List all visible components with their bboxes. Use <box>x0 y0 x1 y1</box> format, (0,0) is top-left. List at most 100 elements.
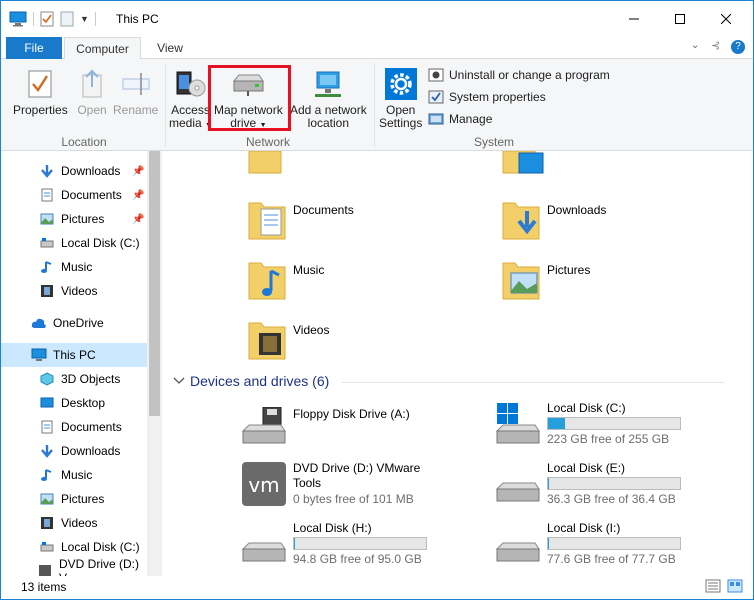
drive-i-usage-bar <box>547 537 681 550</box>
videos-folder-icon <box>248 322 286 360</box>
open-label: Open <box>77 103 107 117</box>
drive-dvd-d[interactable]: vm DVD Drive (D:) VMware Tools 0 bytes f… <box>241 461 491 517</box>
ribbon: Properties Open Rename Location Access m… <box>1 59 753 151</box>
nav-quick-downloads[interactable]: Downloads 📌 <box>1 159 147 183</box>
rename-icon <box>122 73 150 95</box>
pictures-icon <box>40 213 54 225</box>
open-button[interactable]: Open <box>74 67 110 117</box>
ribbon-tabs: File Computer View ⌄ ⊰ ? <box>1 37 753 60</box>
floppy-drive-icon <box>241 406 286 444</box>
drive-local-i[interactable]: Local Disk (I:) 77.6 GB free of 77.7 GB <box>495 521 745 577</box>
music-folder-icon <box>248 262 286 300</box>
drive-local-h[interactable]: Local Disk (H:) 94.8 GB free of 95.0 GB <box>241 521 491 577</box>
tab-computer[interactable]: Computer <box>64 37 141 60</box>
drive-icon <box>241 542 286 562</box>
nav-3d-objects[interactable]: 3D Objects <box>1 367 147 391</box>
nav-local-disk-c[interactable]: Local Disk (C:) <box>1 535 147 559</box>
devices-section-header[interactable]: Devices and drives (6) <box>173 373 329 389</box>
location-group-label: Location <box>61 135 107 149</box>
documents-folder-icon <box>248 202 286 240</box>
help-icon[interactable]: ? <box>731 40 745 54</box>
pin-icon[interactable]: 📌 <box>132 166 144 177</box>
cloud-icon <box>31 318 46 328</box>
access-media-button[interactable]: Access media ▼ <box>169 67 212 132</box>
nav-dvd-drive[interactable]: DVD Drive (D:) V <box>1 557 147 576</box>
cube-icon <box>40 372 54 386</box>
nav-videos[interactable]: Videos <box>1 511 147 535</box>
nav-downloads[interactable]: Downloads <box>1 439 147 463</box>
nav-quick-videos-label: Videos <box>61 284 98 298</box>
item-count: 13 items <box>21 580 67 594</box>
pin-icon[interactable]: 📌 <box>132 214 144 225</box>
drive-floppy-a[interactable]: Floppy Disk Drive (A:) <box>241 406 491 463</box>
drive-c-usage-fill <box>548 418 566 429</box>
nav-quick-local-disk[interactable]: Local Disk (C:) <box>1 231 147 255</box>
close-button[interactable] <box>703 1 749 37</box>
folder-music[interactable]: Music <box>247 257 497 313</box>
manage-button[interactable]: Manage <box>428 109 492 129</box>
system-properties-button[interactable]: System properties <box>428 87 546 107</box>
folder-documents-label: Documents <box>293 203 354 217</box>
vmware-icon: vm <box>242 462 286 506</box>
nav-onedrive[interactable]: OneDrive <box>1 311 147 335</box>
drive-e-usage-fill <box>548 478 549 489</box>
nav-quick-documents[interactable]: Documents 📌 <box>1 183 147 207</box>
tiles-view-icon[interactable] <box>727 579 743 596</box>
open-settings-label-2: Settings <box>379 116 423 130</box>
drive-icon <box>40 542 54 552</box>
nav-quick-pictures[interactable]: Pictures 📌 <box>1 207 147 231</box>
drive-i-name: Local Disk (I:) <box>547 521 621 535</box>
pin-ribbon-icon[interactable]: ⊰ <box>711 39 720 52</box>
nav-downloads-label: Downloads <box>61 444 121 458</box>
rename-button[interactable]: Rename <box>113 67 158 117</box>
folder-pictures[interactable]: Pictures <box>501 257 751 313</box>
folder-videos-label: Videos <box>293 323 330 337</box>
folder-videos[interactable]: Videos <box>247 317 497 373</box>
nav-scrollbar-thumb[interactable] <box>149 151 160 416</box>
tab-file[interactable]: File <box>6 37 62 59</box>
pin-icon[interactable]: 📌 <box>132 190 144 201</box>
nav-quick-videos[interactable]: Videos <box>1 279 147 303</box>
quick-access-toolbar: ▼ <box>9 9 96 29</box>
close-icon <box>721 14 731 24</box>
navigation-pane: Downloads 📌 Documents 📌 Pictures 📌 Local… <box>1 151 162 576</box>
nav-quick-music[interactable]: Music <box>1 255 147 279</box>
details-view-icon[interactable] <box>705 579 721 596</box>
minimize-button[interactable] <box>611 1 657 37</box>
nav-pictures-label: Pictures <box>61 492 105 506</box>
film-icon <box>41 517 53 529</box>
properties-button[interactable]: Properties <box>13 67 68 117</box>
nav-documents-label: Documents <box>61 420 122 434</box>
maximize-button[interactable] <box>657 1 703 37</box>
open-settings-button[interactable]: Open Settings <box>379 67 422 130</box>
folder-downloads[interactable]: Downloads <box>501 197 751 253</box>
tab-view[interactable]: View <box>147 37 193 59</box>
properties-check-icon[interactable] <box>40 11 54 27</box>
nav-local-disk-c-label: Local Disk (C:) <box>61 540 140 554</box>
qat-dropdown-icon[interactable]: ▼ <box>80 14 89 24</box>
media-icon <box>176 71 206 97</box>
folder-documents[interactable]: Documents <box>247 197 497 253</box>
nav-documents[interactable]: Documents <box>1 415 147 439</box>
nav-quick-documents-label: Documents <box>61 188 122 202</box>
drive-d-free: 0 bytes free of 101 MB <box>293 492 414 506</box>
drive-local-c[interactable]: Local Disk (C:) 223 GB free of 255 GB <box>495 401 745 457</box>
add-network-location-button[interactable]: Add a network location <box>290 67 367 130</box>
download-arrow-icon <box>41 165 53 178</box>
uninstall-icon <box>428 68 444 82</box>
nav-pictures[interactable]: Pictures <box>1 487 147 511</box>
drive-local-e[interactable]: Local Disk (E:) 36.3 GB free of 36.4 GB <box>495 461 745 517</box>
drive-c-free: 223 GB free of 255 GB <box>547 432 670 446</box>
nav-music[interactable]: Music <box>1 463 147 487</box>
new-folder-icon[interactable] <box>60 11 74 27</box>
nav-this-pc[interactable]: This PC <box>1 343 147 367</box>
qat-divider-2 <box>94 12 96 26</box>
status-bar: 13 items <box>1 576 753 599</box>
drive-c-name: Local Disk (C:) <box>547 401 626 415</box>
nav-videos-label: Videos <box>61 516 98 530</box>
chevron-down-icon[interactable]: ⌄ <box>691 40 699 51</box>
group-separator-2 <box>374 63 375 147</box>
uninstall-program-button[interactable]: Uninstall or change a program <box>428 65 610 85</box>
nav-desktop[interactable]: Desktop <box>1 391 147 415</box>
download-arrow-icon <box>41 445 53 458</box>
